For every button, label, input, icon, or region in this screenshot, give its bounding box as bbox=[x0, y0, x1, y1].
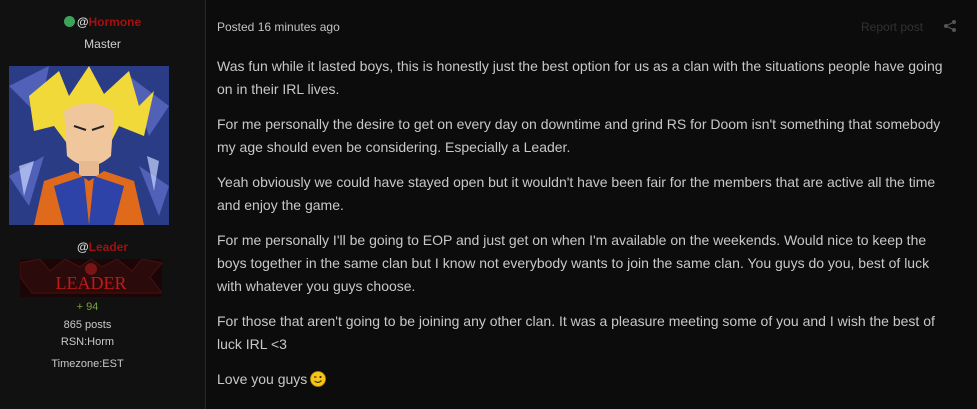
author-sidebar: @Hormone Master @Leader LEADER + 94 865 … bbox=[0, 0, 206, 409]
author-name-link[interactable]: Hormone bbox=[89, 15, 142, 29]
leader-badge-text: LEADER bbox=[56, 273, 127, 293]
post-paragraph: Was fun while it lasted boys, this is ho… bbox=[217, 58, 943, 97]
author-at: @ bbox=[76, 15, 89, 29]
online-status-icon bbox=[63, 16, 75, 27]
post-count: 865 posts bbox=[63, 319, 112, 331]
reputation: + 94 bbox=[0, 301, 175, 313]
reputation-plus-icon: + bbox=[76, 301, 84, 313]
group-at: @ bbox=[76, 240, 89, 254]
post-paragraph: For me personally the desire to get on e… bbox=[217, 116, 941, 155]
avatar[interactable] bbox=[9, 66, 169, 225]
group-name-link[interactable]: Leader bbox=[89, 240, 128, 254]
share-icon[interactable] bbox=[944, 20, 956, 32]
post-paragraph: For me personally I'll be going to EOP a… bbox=[217, 232, 930, 294]
report-post-link[interactable]: Report post bbox=[861, 20, 923, 34]
timezone-field: Timezone:EST bbox=[51, 358, 124, 370]
post-paragraph: For those that aren't going to be joinin… bbox=[217, 313, 935, 352]
post-paragraph-last: Love you guys bbox=[217, 368, 955, 391]
wink-icon bbox=[310, 371, 327, 387]
author-rank: Master bbox=[84, 37, 121, 51]
post-body: Was fun while it lasted boys, this is ho… bbox=[217, 55, 955, 403]
author-line: @Hormone bbox=[0, 15, 205, 29]
leader-badge: LEADER bbox=[20, 259, 162, 297]
post-paragraph: Yeah obviously we could have stayed open… bbox=[217, 174, 936, 213]
rsn-field: RSN:Horm bbox=[60, 336, 115, 348]
post-paragraph-text: Love you guys bbox=[217, 371, 308, 387]
post-content: Posted 16 minutes ago Report post Was fu… bbox=[206, 0, 977, 409]
group-mention: @Leader bbox=[0, 240, 205, 254]
post-timestamp[interactable]: Posted 16 minutes ago bbox=[217, 20, 340, 34]
reputation-count: 94 bbox=[86, 301, 99, 313]
